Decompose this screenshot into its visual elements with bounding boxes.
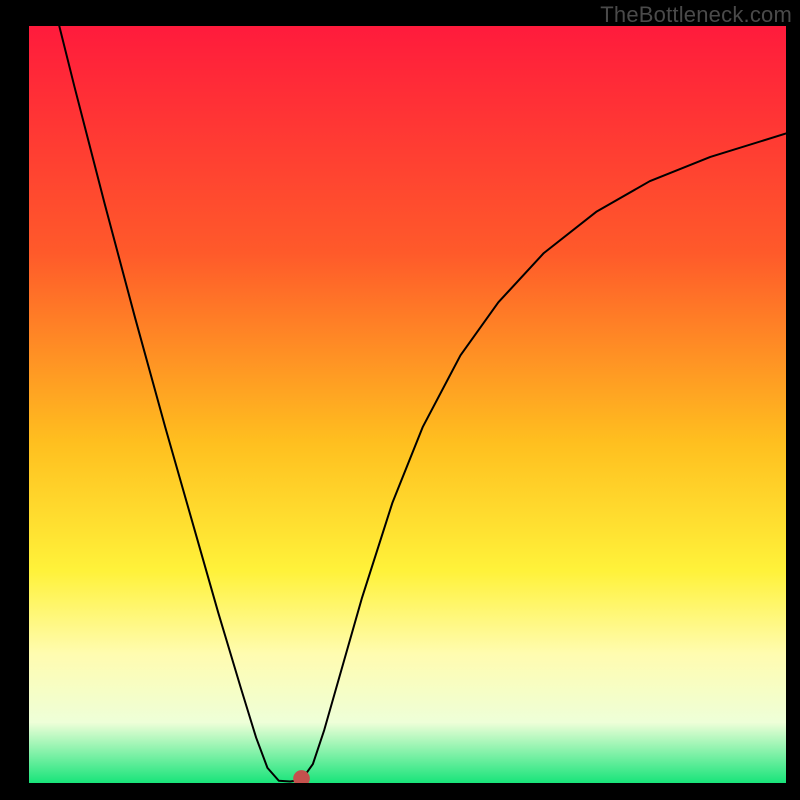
bottleneck-curve-chart <box>29 26 786 783</box>
watermark-text: TheBottleneck.com <box>600 2 792 28</box>
chart-frame: TheBottleneck.com <box>0 0 800 800</box>
gradient-background <box>29 26 786 783</box>
plot-area <box>29 26 786 783</box>
